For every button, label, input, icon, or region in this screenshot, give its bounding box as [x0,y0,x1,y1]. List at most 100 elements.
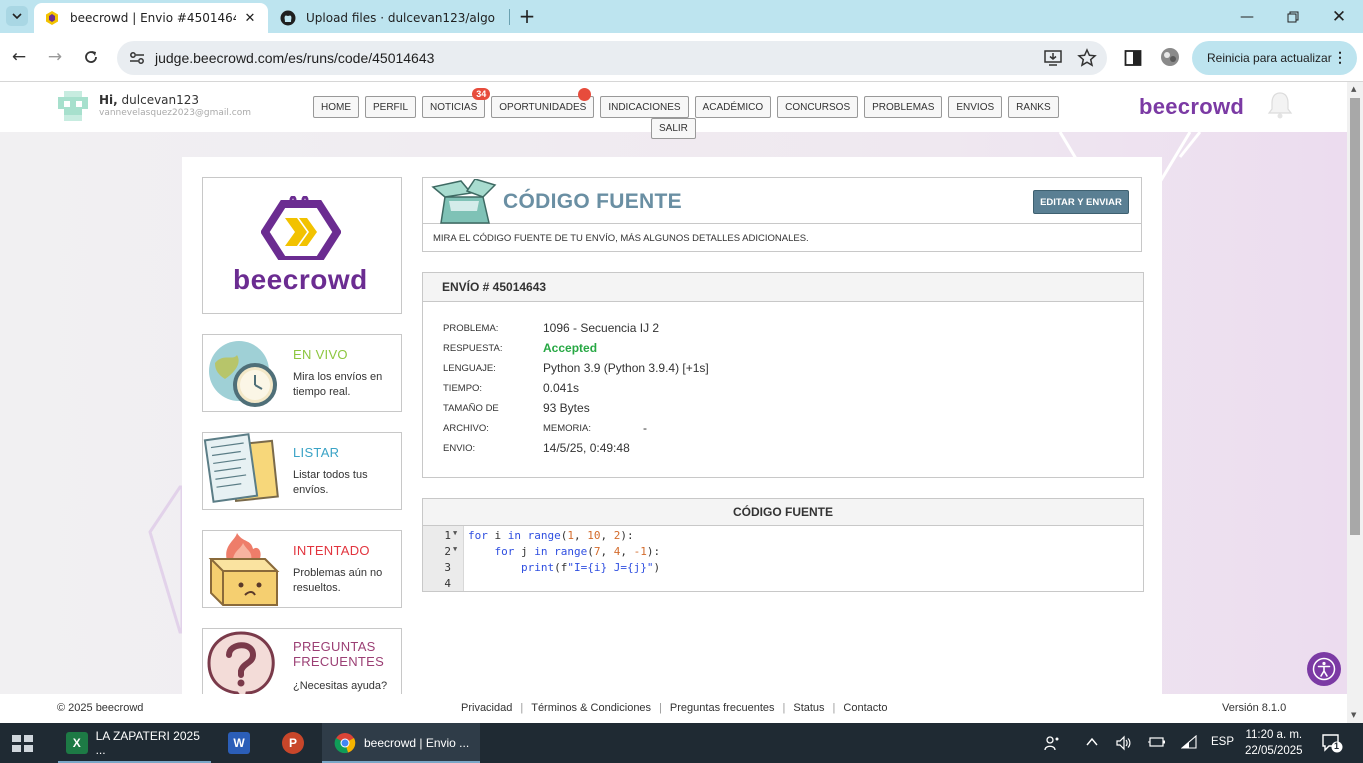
nav-ranks[interactable]: RANKS [1008,96,1059,118]
battery-icon[interactable] [1148,735,1166,752]
code-line[interactable]: 3 print(f"I={i} J={j}") [423,560,1143,576]
side-panel-icon[interactable] [1124,49,1142,67]
browser-tab-github[interactable]: Upload files · dulcevan123/algo [270,3,508,33]
footer-link-status[interactable]: Status [785,702,832,714]
forward-button[interactable]: → [43,45,67,69]
restore-button[interactable] [1270,0,1316,33]
attempted-problems-card[interactable]: INTENTADO Problemas aún no resueltos. [202,530,402,608]
fold-arrow-icon[interactable]: ▼ [453,529,457,537]
code-line[interactable]: 2 ▼ for j in range(7, 4, -1): [423,544,1143,560]
answer-status: Accepted [543,341,598,355]
card-description: Mira los envíos en tiempo real. [293,371,383,398]
tab-title: Upload files · dulcevan123/algo [306,11,496,25]
restore-icon [1287,11,1299,22]
info-row-problem: PROBLEMA: 1096 - Secuencia IJ 2 [443,321,1123,337]
nav-academico[interactable]: ACADÉMICO [694,96,772,118]
faq-card[interactable]: PREGUNTAS FRECUENTES ¿Necesitas ayuda? [202,628,402,698]
taskbar-word[interactable]: W [228,723,258,763]
page-scrollbar[interactable]: ▲ ▼ [1347,82,1363,723]
nav-envios[interactable]: ENVIOS [948,96,1003,118]
taskbar-chrome[interactable]: beecrowd | Envio ... [322,723,480,763]
footer-link-terms[interactable]: Términos & Condiciones [523,702,659,714]
main-nav: HOME PERFIL NOTICIAS 34 OPORTUNIDADES IN… [313,88,1059,118]
site-footer: © 2025 beecrowd Privacidad | Términos & C… [0,694,1347,723]
code-text: for i in range(1, 10, 2): [468,529,634,542]
close-window-button[interactable]: ✕ [1316,0,1362,33]
site-info-icon[interactable] [127,51,147,65]
system-clock[interactable]: 11:20 a. m. 22/05/2025 [1245,727,1303,759]
brand-logo[interactable]: beecrowd [1139,94,1244,120]
code-text: for j in range(7, 4, -1): [494,545,661,558]
browser-tab-active[interactable]: beecrowd | Envio #45014643 - b ✕ [34,3,268,33]
close-tab-icon[interactable]: ✕ [242,10,258,26]
logout-button[interactable]: SALIR [651,118,696,139]
restart-to-update-button[interactable]: Reinicia para actualizar ⋮ [1192,41,1357,75]
card-title: EN VIVO [293,347,348,362]
file-label: ARCHIVO: [443,423,489,434]
address-bar[interactable]: judge.beecrowd.com/es/runs/code/45014643 [117,41,1107,75]
nav-concursos[interactable]: CONCURSOS [777,96,859,118]
kebab-menu-icon[interactable]: ⋮ [1333,49,1347,66]
new-tab-button[interactable]: + [516,4,538,28]
nav-oportunidades[interactable]: OPORTUNIDADES [491,88,595,118]
news-count-badge: 34 [472,88,491,100]
footer-link-faq[interactable]: Preguntas frecuentes [662,702,783,714]
reload-button[interactable] [79,45,103,69]
nav-problemas[interactable]: PROBLEMAS [864,96,943,118]
papers-list-icon [203,433,279,503]
submission-header: ENVÍO # 45014643 [423,273,1143,302]
chevron-up-icon[interactable] [1085,735,1099,752]
size-value: 93 Bytes [543,401,590,415]
windows-taskbar: X LA ZAPATERI 2025 ... W P beecrowd | En… [0,723,1363,763]
memory-label: MEMORIA: [543,423,592,434]
nav-perfil[interactable]: PERFIL [365,96,417,118]
task-view-icon[interactable] [12,735,34,753]
taskbar-excel[interactable]: X LA ZAPATERI 2025 ... [58,723,211,763]
chrome-icon [334,733,356,754]
bell-icon[interactable] [1266,90,1294,120]
nav-noticias[interactable]: NOTICIAS 34 [422,88,491,118]
back-button[interactable]: ← [7,45,31,69]
live-submissions-card[interactable]: EN VIVO Mira los envíos en tiempo real. [202,334,402,412]
user-avatar[interactable] [58,91,88,121]
tab-search-button[interactable] [6,6,28,26]
reload-icon [85,51,97,63]
submission-info-panel: ENVÍO # 45014643 PROBLEMA: 1096 - Secuen… [422,272,1144,478]
profile-avatar-icon[interactable] [1160,47,1180,67]
beecrowd-logo-box[interactable]: beecrowd [202,177,402,314]
logo-wordmark: beecrowd [233,264,368,295]
people-icon[interactable] [1044,735,1060,754]
wifi-icon[interactable] [1180,734,1197,752]
code-line[interactable]: 1 ▼ for i in range(1, 10, 2): [423,528,1143,544]
powerpoint-icon: P [282,732,304,754]
taskbar-powerpoint[interactable]: P [282,723,312,763]
taskbar-app-label: LA ZAPATERI 2025 ... [95,729,200,757]
volume-icon[interactable] [1115,735,1131,754]
fold-arrow-icon[interactable]: ▼ [453,545,457,553]
scrollbar-thumb[interactable] [1350,98,1360,535]
accessibility-button[interactable] [1307,652,1341,686]
scroll-up-arrow-icon[interactable]: ▲ [1351,85,1356,93]
input-language[interactable]: ESP [1211,736,1234,748]
info-row-size: TAMAÑO DE 93 Bytes [443,401,1123,417]
install-app-icon[interactable] [1043,48,1063,68]
list-submissions-card[interactable]: LISTAR Listar todos tus envíos. [202,432,402,510]
problem-value: 1096 - Secuencia IJ 2 [543,321,660,335]
answer-label: RESPUESTA: [443,343,503,354]
nav-home[interactable]: HOME [313,96,359,118]
notification-center-icon[interactable]: 1 [1321,733,1343,753]
scroll-down-arrow-icon[interactable]: ▼ [1351,711,1356,719]
user-email: vannevelasquez2023@gmail.com [99,108,252,118]
card-description: Problemas aún no resueltos. [293,567,383,594]
minimize-button[interactable]: — [1224,0,1270,33]
edit-and-submit-button[interactable]: EDITAR Y ENVIAR [1033,190,1129,214]
bookmark-star-icon[interactable] [1077,48,1097,68]
footer-link-contact[interactable]: Contacto [835,702,895,714]
site-header: Hi, dulcevan123 vannevelasquez2023@gmail… [0,82,1347,139]
nav-indicaciones[interactable]: INDICACIONES [600,96,689,118]
card-description: ¿Necesitas ayuda? [293,680,388,692]
line-number: 3 [444,561,451,574]
code-line[interactable]: 4 [423,576,1143,592]
card-description: Listar todos tus envíos. [293,469,368,496]
footer-link-privacy[interactable]: Privacidad [453,702,520,714]
